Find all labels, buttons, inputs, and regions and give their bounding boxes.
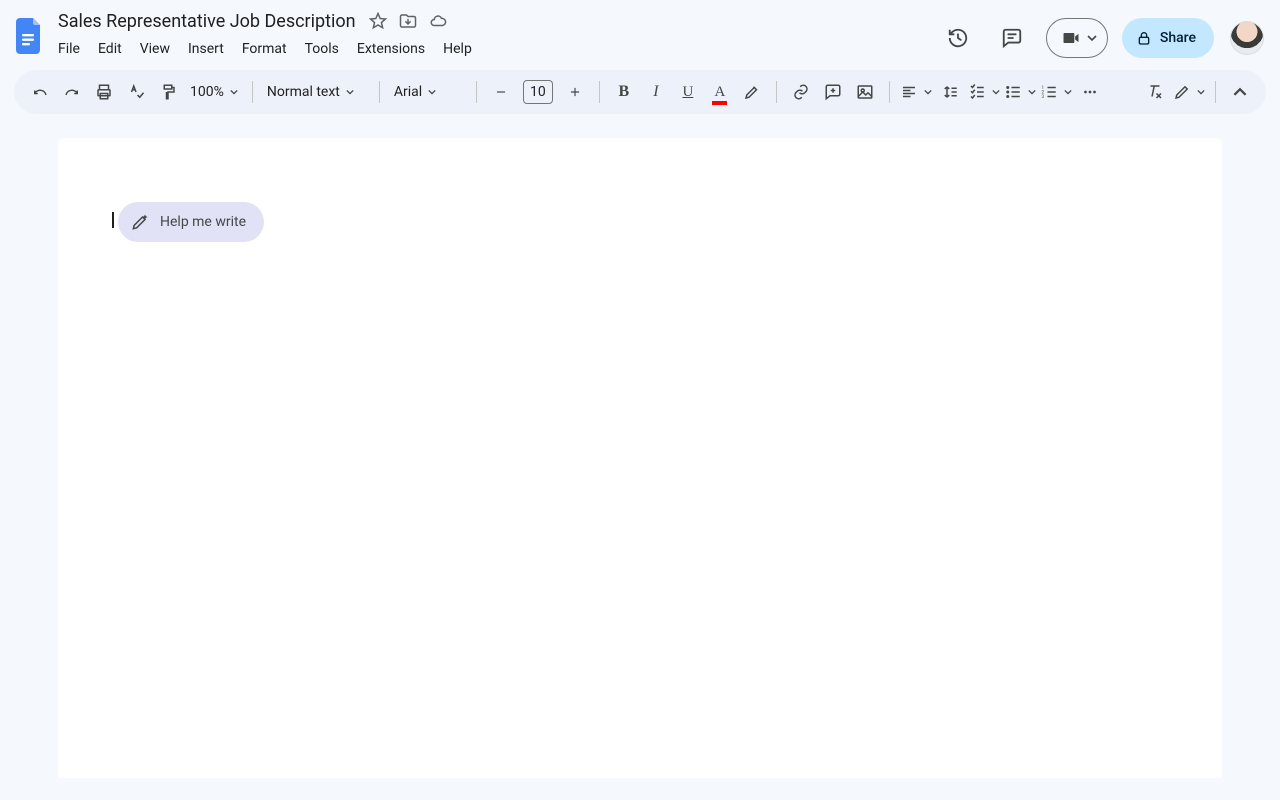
font-size-group: 10: [485, 77, 591, 107]
caret-down-icon: [1064, 88, 1072, 96]
help-me-write-chip[interactable]: Help me write: [118, 202, 264, 242]
text-color-button[interactable]: A: [705, 77, 735, 107]
menu-view[interactable]: View: [132, 37, 178, 61]
separator: [599, 81, 600, 103]
comments-icon[interactable]: [992, 18, 1032, 58]
separator: [1215, 81, 1216, 103]
numbered-list-dropdown[interactable]: 123: [1038, 77, 1074, 107]
paragraph-style-dropdown[interactable]: Normal text: [261, 77, 371, 107]
add-comment-button[interactable]: [818, 77, 848, 107]
toolbar: 100% Normal text Arial 10 B I U A: [14, 70, 1266, 114]
cloud-status-icon[interactable]: [428, 11, 448, 31]
header-right: Share: [938, 18, 1268, 58]
insert-link-button[interactable]: [786, 77, 816, 107]
title-bar: Sales Representative Job Description Fil…: [0, 0, 1280, 64]
menu-edit[interactable]: Edit: [90, 37, 130, 61]
caret-down-icon: [992, 88, 1000, 96]
star-icon[interactable]: [368, 11, 388, 31]
spellcheck-button[interactable]: [121, 77, 151, 107]
document-page[interactable]: Help me write: [58, 138, 1222, 778]
text-cursor: [112, 212, 114, 228]
redo-button[interactable]: [57, 77, 87, 107]
move-icon[interactable]: [398, 11, 418, 31]
avatar[interactable]: [1230, 21, 1264, 55]
zoom-value: 100%: [190, 84, 224, 100]
svg-text:3: 3: [1041, 94, 1044, 100]
canvas-area: Help me write: [0, 114, 1280, 778]
separator: [889, 81, 890, 103]
title-row: Sales Representative Job Description: [56, 8, 930, 34]
checklist-dropdown[interactable]: [966, 77, 1002, 107]
decrease-font-size-button[interactable]: [486, 77, 516, 107]
caret-down-icon: [924, 88, 932, 96]
line-spacing-button[interactable]: [935, 77, 965, 107]
toolbar-right: [1139, 77, 1256, 107]
lock-icon: [1136, 30, 1152, 46]
share-button[interactable]: Share: [1122, 18, 1214, 58]
menu-extensions[interactable]: Extensions: [349, 37, 433, 61]
clear-formatting-button[interactable]: [1140, 77, 1170, 107]
menu-help[interactable]: Help: [435, 37, 480, 61]
separator: [476, 81, 477, 103]
font-size-input[interactable]: 10: [523, 80, 553, 104]
caret-down-icon: [346, 88, 354, 96]
bold-button[interactable]: B: [609, 77, 639, 107]
collapse-toolbar-button[interactable]: [1225, 77, 1255, 107]
caret-down-icon: [428, 88, 436, 96]
caret-down-icon: [1197, 88, 1205, 96]
bulleted-list-dropdown[interactable]: [1002, 77, 1038, 107]
document-title[interactable]: Sales Representative Job Description: [56, 11, 358, 32]
help-me-write-label: Help me write: [160, 214, 246, 230]
increase-font-size-button[interactable]: [560, 77, 590, 107]
separator: [252, 81, 253, 103]
meet-button[interactable]: [1046, 18, 1108, 58]
insert-image-button[interactable]: [850, 77, 880, 107]
caret-down-icon: [1028, 88, 1036, 96]
caret-down-icon: [230, 88, 238, 96]
last-edit-icon[interactable]: [938, 18, 978, 58]
paragraph-style-value: Normal text: [267, 84, 340, 100]
paint-format-button[interactable]: [153, 77, 183, 107]
menu-format[interactable]: Format: [234, 37, 295, 61]
highlight-color-button[interactable]: [737, 77, 767, 107]
font-dropdown[interactable]: Arial: [388, 77, 468, 107]
video-icon: [1061, 28, 1081, 48]
menu-insert[interactable]: Insert: [180, 37, 232, 61]
more-button[interactable]: [1075, 77, 1105, 107]
print-button[interactable]: [89, 77, 119, 107]
underline-button[interactable]: U: [673, 77, 703, 107]
menu-file[interactable]: File: [56, 37, 88, 61]
separator: [379, 81, 380, 103]
caret-down-icon: [1087, 33, 1097, 43]
undo-button[interactable]: [25, 77, 55, 107]
align-dropdown[interactable]: [898, 77, 934, 107]
zoom-dropdown[interactable]: 100%: [184, 77, 244, 107]
docs-logo[interactable]: [12, 12, 48, 60]
share-label: Share: [1160, 30, 1196, 46]
title-column: Sales Representative Job Description Fil…: [56, 8, 930, 64]
menu-tools[interactable]: Tools: [297, 37, 347, 61]
editing-mode-dropdown[interactable]: [1171, 77, 1207, 107]
font-value: Arial: [394, 84, 422, 100]
menu-bar: File Edit View Insert Format Tools Exten…: [56, 34, 930, 64]
italic-button[interactable]: I: [641, 77, 671, 107]
separator: [776, 81, 777, 103]
pencil-sparkle-icon: [130, 212, 150, 232]
